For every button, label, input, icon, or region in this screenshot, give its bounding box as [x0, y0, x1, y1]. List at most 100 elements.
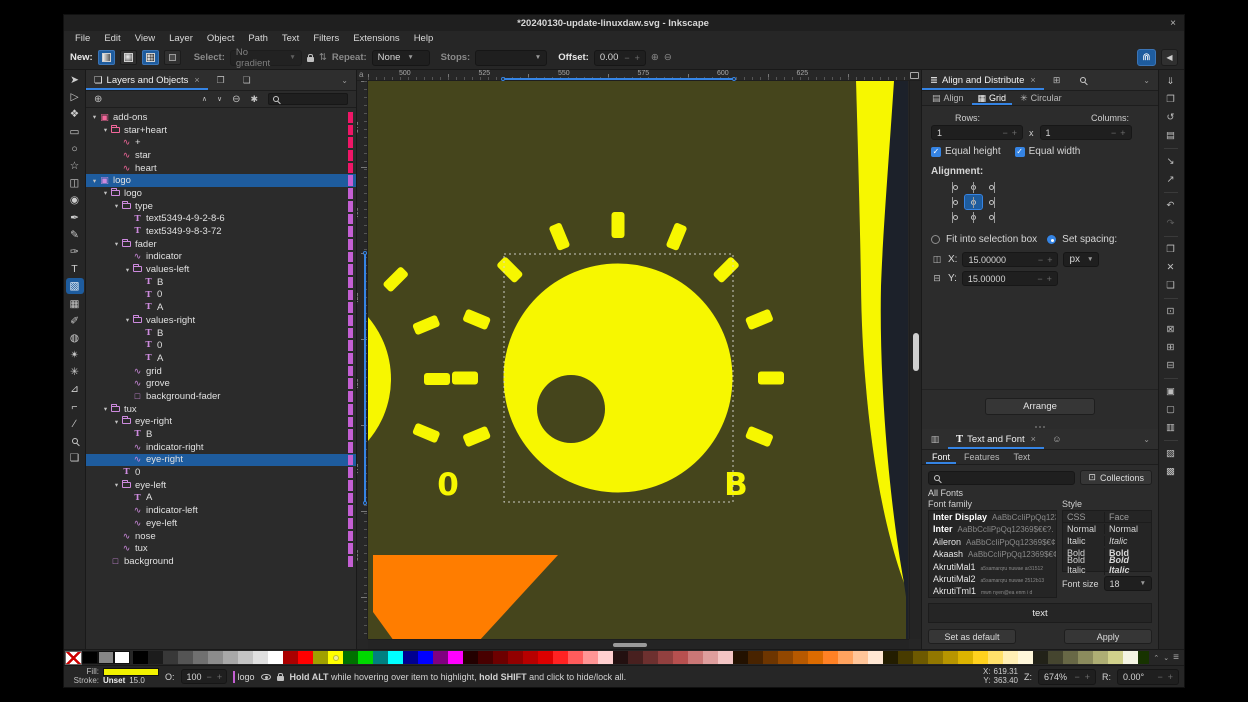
star-tool[interactable]: ☆ [66, 158, 84, 174]
palette-swatch[interactable] [598, 651, 613, 664]
palette-swatch[interactable] [688, 651, 703, 664]
style-table[interactable]: CSS Face NormalNormalItalicItalicBoldBol… [1062, 510, 1152, 572]
layer-lock-icon[interactable] [277, 676, 284, 681]
palette-swatch[interactable] [733, 651, 748, 664]
stroke-value[interactable]: Unset [103, 677, 125, 685]
palette-swatch[interactable] [508, 651, 523, 664]
font-row-akrutimal1[interactable]: AkrutiMal1a5samarqru nuwae ar31512 [929, 562, 1056, 574]
menu-object[interactable]: Object [200, 33, 241, 44]
minus-icon[interactable]: − [1074, 672, 1079, 682]
delete-icon[interactable]: ✕ [1163, 260, 1179, 275]
plus-icon[interactable]: + [1120, 128, 1125, 138]
layer-row-background[interactable]: □background [86, 555, 356, 568]
close-icon[interactable]: × [1030, 75, 1035, 85]
palette-swatch[interactable] [538, 651, 553, 664]
revert-icon[interactable]: ↺ [1163, 110, 1179, 125]
tab-grid-icon[interactable]: ⊞ [1044, 75, 1070, 86]
fill-color-swatch[interactable] [103, 668, 159, 676]
palette-swatch[interactable] [478, 651, 493, 664]
palette-swatch[interactable] [973, 651, 988, 664]
plus-icon[interactable]: + [1047, 274, 1052, 284]
font-row-akaash[interactable]: AkaashAaBbCcIiPpQq12369$€¢?.;( [929, 549, 1056, 561]
menu-path[interactable]: Path [241, 33, 275, 44]
pencil-tool[interactable]: ✎ [66, 227, 84, 243]
mesh-gradient-button[interactable] [142, 50, 159, 65]
layer-row-values-left[interactable]: ▾values-left [86, 263, 356, 276]
palette-swatch[interactable] [853, 651, 868, 664]
add-layer-icon[interactable]: ⊕ [94, 94, 102, 105]
subtab-features[interactable]: Features [958, 450, 1006, 464]
layer-row-B[interactable]: TB [86, 428, 356, 441]
palette-swatch[interactable] [268, 651, 283, 664]
scrollbar-vertical[interactable] [909, 81, 921, 639]
expander-icon[interactable]: ▾ [112, 240, 121, 248]
remove-layer-icon[interactable]: ⊖ [232, 94, 240, 105]
layer-row-tux[interactable]: ∿tux [86, 542, 356, 555]
palette-swatch[interactable] [958, 651, 973, 664]
expander-icon[interactable]: ▾ [101, 405, 110, 413]
layer-row-star[interactable]: ∿star [86, 149, 356, 162]
rotation-input[interactable]: 0.00° − + [1117, 669, 1179, 685]
print-icon[interactable]: ▤ [1163, 128, 1179, 143]
palette-swatch[interactable] [1078, 651, 1093, 664]
lock-icon[interactable] [307, 57, 314, 62]
layer-row-values-right[interactable]: ▾values-right [86, 314, 356, 327]
menu-layer[interactable]: Layer [162, 33, 200, 44]
linear-gradient-button[interactable] [98, 50, 115, 65]
menu-text[interactable]: Text [275, 33, 306, 44]
align-anchor-b[interactable] [965, 210, 982, 224]
tab-layers-and-objects[interactable]: ❏ Layers and Objects × [86, 70, 208, 90]
font-size-dropdown[interactable]: 18 ▼ [1104, 576, 1152, 591]
layer-row-background-fader[interactable]: □background-fader [86, 390, 356, 403]
palette-swatch[interactable] [793, 651, 808, 664]
zoom-selection-icon[interactable]: ⊡ [1163, 304, 1179, 319]
arrange-button[interactable]: Arrange [985, 398, 1095, 415]
gradient-tool[interactable]: ▧ [66, 278, 84, 294]
set-spacing-radio[interactable] [1047, 235, 1056, 244]
opacity-input[interactable]: 100 − + [181, 669, 227, 684]
zoom-input[interactable]: 674% − + [1038, 669, 1096, 685]
palette-swatch[interactable] [583, 651, 598, 664]
unit-dropdown[interactable]: px▼ [1063, 252, 1099, 267]
text-tool[interactable]: T [66, 261, 84, 277]
paint-bucket-tool[interactable]: ◍ [66, 330, 84, 346]
tab-objects-icon[interactable]: ▥ [922, 434, 948, 445]
chevron-down-icon[interactable]: ⌄ [1135, 76, 1158, 85]
canvas-area[interactable]: a 500525550575600625 375400425450475500 … [357, 70, 921, 649]
measure-tool[interactable]: ∕ [66, 416, 84, 432]
palette-swatch[interactable] [148, 651, 163, 664]
subtab-circular[interactable]: ✳Circular [1014, 91, 1068, 105]
snap-toggle-button[interactable]: ⋒ [1137, 49, 1156, 66]
expander-icon[interactable]: ▾ [90, 113, 99, 121]
font-row-aileron[interactable]: AileronAaBbCcIiPpQq12369$€¢ [929, 537, 1056, 549]
plus-icon[interactable]: + [1047, 255, 1052, 265]
layer-row-star+heart[interactable]: ▾star+heart [86, 124, 356, 137]
menu-extensions[interactable]: Extensions [346, 33, 406, 44]
spiral-tool[interactable]: ◉ [66, 192, 84, 208]
palette-swatch[interactable] [718, 651, 733, 664]
palette-swatch[interactable] [568, 651, 583, 664]
minus-icon[interactable]: − [1038, 255, 1043, 265]
box3d-tool[interactable]: ◫ [66, 175, 84, 191]
pages-tool[interactable]: ❏ [66, 450, 84, 466]
close-icon[interactable]: × [1162, 18, 1184, 29]
tab-symbols-icon[interactable]: ☺ [1044, 434, 1070, 444]
align-anchor-l[interactable] [947, 195, 964, 209]
layer-row-eye-right[interactable]: ∿eye-right [86, 454, 356, 467]
layer-row-0[interactable]: T0 [86, 339, 356, 352]
layer-row-indicator[interactable]: ∿indicator [86, 251, 356, 264]
save-icon[interactable]: ⇓ [1163, 74, 1179, 89]
layer-row-0[interactable]: T0 [86, 466, 356, 479]
text-preview[interactable]: text [928, 603, 1152, 623]
expander-icon[interactable]: ▾ [123, 316, 132, 324]
palette-swatch[interactable] [178, 651, 193, 664]
tab-search-icon[interactable] [1070, 75, 1096, 85]
redo-icon[interactable]: ↷ [1163, 216, 1179, 231]
fit-selection-radio[interactable] [931, 235, 940, 244]
palette-swatch[interactable] [238, 651, 253, 664]
palette-swatch[interactable] [223, 651, 238, 664]
expander-icon[interactable]: ▾ [112, 202, 121, 210]
palette-swatch[interactable] [868, 651, 883, 664]
no-color-swatch[interactable] [65, 651, 82, 665]
font-row-akrutimal2[interactable]: AkrutiMal2a5samarqru nuwae 2512b13 [929, 574, 1056, 586]
